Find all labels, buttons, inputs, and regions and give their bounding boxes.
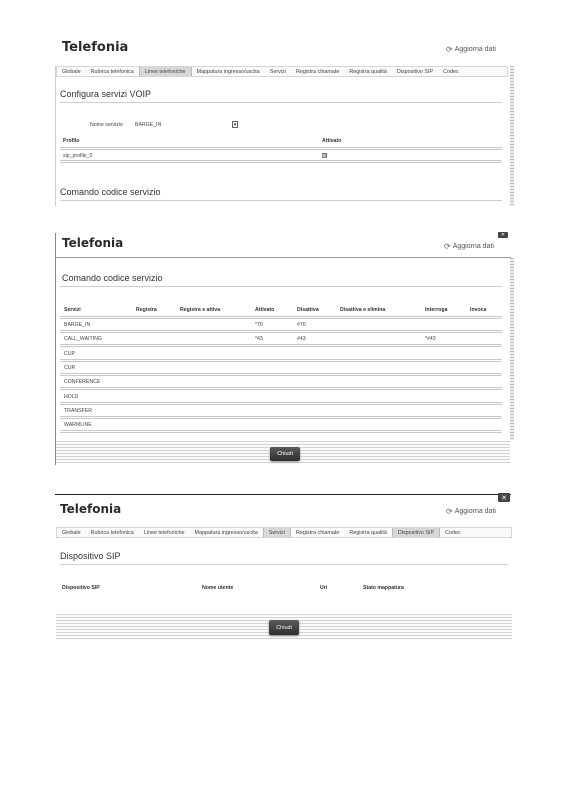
tab-registra-chiamate[interactable]: Registra chiamate <box>291 528 344 537</box>
tab-dispositivo-sip[interactable]: Dispositivo SIP <box>391 528 441 537</box>
row-divider <box>60 372 502 376</box>
tab-bar: Globale Rubrica telefonica Linee telefonic… <box>56 527 512 538</box>
col-header-username: Nome utente <box>202 585 234 591</box>
divider <box>60 286 502 287</box>
panel-left-border <box>55 233 56 465</box>
divider <box>60 102 502 103</box>
dropdown-icon[interactable]: ▾ <box>232 121 238 128</box>
row-divider <box>60 387 502 391</box>
panel-left-border <box>55 66 56 206</box>
tab-mappatura-ingresso-uscita[interactable]: Mappatura ingresso/uscita <box>190 528 263 537</box>
refresh-button[interactable]: ⟳ Aggiorna dati <box>444 242 494 251</box>
cell-service: CUP <box>64 350 75 357</box>
col-header: Registra e attiva <box>180 307 221 313</box>
panel-top-border <box>55 494 511 495</box>
col-header: Attivato <box>255 307 275 313</box>
col-header: Registra <box>136 307 157 313</box>
close-icon[interactable]: ✕ <box>498 232 508 238</box>
service-name-label: Nome servizio <box>90 122 123 128</box>
cell-service: HOLD <box>64 393 79 400</box>
service-name-select[interactable]: BARGE_IN <box>135 122 161 128</box>
page-title: Telefonia <box>62 40 129 55</box>
refresh-label: Aggiorna dati <box>452 243 494 250</box>
row-divider <box>60 330 502 333</box>
col-header: Servizi <box>64 307 81 313</box>
row-divider <box>60 344 502 348</box>
cell-disattiva: #70 <box>297 322 306 328</box>
page-title: Telefonia <box>62 236 124 250</box>
col-header: Interroga <box>425 307 448 313</box>
col-header: Invoca <box>470 307 487 313</box>
refresh-label: Aggiorna dati <box>454 46 496 53</box>
tab-servizi[interactable]: Servizi <box>265 67 291 76</box>
enabled-checkbox[interactable]: ☒ <box>322 153 327 159</box>
tab-globale[interactable]: Globale <box>57 528 86 537</box>
cell-service: CUR <box>64 364 76 371</box>
scrollbar[interactable] <box>510 258 514 440</box>
tab-bar: Globale Rubrica telefonica Linee telefonic… <box>56 66 508 77</box>
col-header: Disattiva <box>297 307 319 313</box>
tab-registra-chiamate[interactable]: Registra chiamate <box>291 67 344 76</box>
panel-top-border <box>55 257 511 258</box>
row-divider <box>60 415 502 419</box>
col-header-sip-device: Dispositivo SIP <box>62 585 100 591</box>
tab-dispositivo-sip[interactable]: Dispositivo SIP <box>392 67 438 76</box>
tab-rubrica-telefonica[interactable]: Rubrica telefonica <box>86 67 139 76</box>
tab-codec[interactable]: Codec <box>438 67 464 76</box>
row-divider <box>60 430 502 434</box>
col-header: Disattiva e elimina <box>340 307 386 313</box>
close-button[interactable]: Chiudi <box>269 620 299 635</box>
section-title: Comando codice servizio <box>62 273 163 283</box>
tab-codec[interactable]: Codec <box>440 528 466 537</box>
refresh-button[interactable]: ⟳ Aggiorna dati <box>446 45 496 54</box>
section-title: Dispositivo SIP <box>60 551 121 561</box>
cell-service: WARMLINE <box>64 422 92 429</box>
col-header-profile: Profilo <box>63 138 80 144</box>
row-divider <box>60 401 502 405</box>
refresh-label: Aggiorna dati <box>454 508 496 515</box>
row-divider <box>60 316 502 319</box>
cell-service: CALL_WAITING <box>64 336 102 343</box>
row-divider <box>60 160 502 163</box>
col-header-uri: Uri <box>320 585 328 591</box>
refresh-icon: ⟳ <box>446 45 453 54</box>
section-title: Configura servizi VOIP <box>60 89 152 99</box>
row-divider <box>60 358 502 362</box>
divider <box>60 564 508 565</box>
cell-interroga: *#43 <box>425 336 436 343</box>
cell-attivato: *70 <box>255 322 263 328</box>
scrollbar[interactable] <box>510 66 514 206</box>
cell-service: TRANSFER <box>64 407 92 414</box>
refresh-icon: ⟳ <box>446 507 453 516</box>
page-title: Telefonia <box>60 502 122 516</box>
row-divider <box>60 147 502 150</box>
cell-service: BARGE_IN <box>64 322 91 328</box>
refresh-icon: ⟳ <box>444 242 451 251</box>
tab-linee-telefoniche[interactable]: Linee telefoniche <box>139 528 190 537</box>
tab-globale[interactable]: Globale <box>57 67 86 76</box>
tab-servizi[interactable]: Servizi <box>262 528 291 537</box>
close-icon[interactable]: ✕ <box>498 493 510 502</box>
col-header-enabled: Attivato <box>322 138 342 144</box>
section-title-2: Comando codice servizio <box>60 187 161 197</box>
cell-service: CONFERENCE <box>64 379 101 386</box>
refresh-button[interactable]: ⟳ Aggiorna dati <box>446 507 496 516</box>
tab-mappatura-ingresso-uscita[interactable]: Mappatura ingresso/uscita <box>192 67 265 76</box>
divider <box>60 200 502 201</box>
tab-linee-telefoniche[interactable]: Linee telefoniche <box>138 67 192 76</box>
cell-disattiva: #43 <box>297 336 306 343</box>
col-header-mapping-status: Stato mappatura <box>363 585 404 591</box>
profile-cell: sip_profile_0 <box>63 153 93 159</box>
cell-attivato: *43 <box>255 336 263 343</box>
tab-rubrica-telefonica[interactable]: Rubrica telefonica <box>86 528 139 537</box>
tab-registra-qualit-[interactable]: Registra qualità <box>344 528 391 537</box>
close-button[interactable]: Chiudi <box>270 447 300 461</box>
tab-registra-qualit-[interactable]: Registra qualità <box>344 67 391 76</box>
